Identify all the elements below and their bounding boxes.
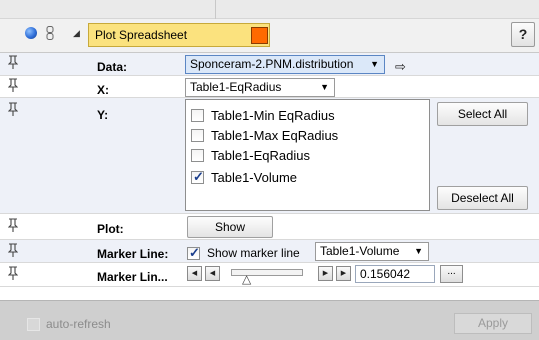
- list-item[interactable]: Table1-Volume: [191, 167, 297, 187]
- auto-refresh-label: auto-refresh: [46, 317, 111, 331]
- auto-refresh-checkbox[interactable]: [27, 318, 40, 331]
- chevron-down-icon: ▼: [414, 246, 423, 256]
- slider-thumb[interactable]: △: [242, 272, 251, 286]
- last-step-button[interactable]: ▶: [336, 266, 351, 281]
- step-forward-button[interactable]: ▶: [318, 266, 333, 281]
- list-item[interactable]: Table1-EqRadius: [191, 145, 310, 165]
- step-back-button[interactable]: ◀: [205, 266, 220, 281]
- collapse-triangle-icon[interactable]: ◢: [73, 28, 80, 39]
- top-strip: [0, 0, 539, 19]
- help-button[interactable]: ?: [511, 22, 535, 47]
- pin-icon[interactable]: [8, 243, 18, 257]
- pin-icon[interactable]: [8, 78, 18, 92]
- marker-column-value: Table1-Volume: [320, 244, 400, 258]
- y-column-list[interactable]: Table1-Min EqRadius Table1-Max EqRadius …: [185, 99, 430, 211]
- select-all-button[interactable]: Select All: [437, 102, 528, 126]
- column-divider: [215, 0, 216, 19]
- list-item[interactable]: Table1-Max EqRadius: [191, 125, 338, 145]
- data-select[interactable]: Sponceram-2.PNM.distribution ▼: [185, 55, 385, 74]
- marker-position-label: Marker Lin...: [97, 270, 168, 284]
- more-options-button[interactable]: ...: [440, 265, 463, 283]
- checkbox[interactable]: [191, 108, 204, 122]
- checkbox[interactable]: [191, 148, 204, 162]
- checkbox-checked[interactable]: [191, 169, 204, 185]
- marker-column-select[interactable]: Table1-Volume ▼: [315, 242, 429, 261]
- module-color-swatch[interactable]: [251, 27, 268, 44]
- apply-button[interactable]: Apply: [454, 313, 532, 334]
- navigate-arrow-icon[interactable]: ⇨: [395, 59, 406, 75]
- x-select[interactable]: Table1-EqRadius ▼: [185, 78, 335, 97]
- chevron-down-icon: ▼: [370, 59, 379, 69]
- data-select-value: Sponceram-2.PNM.distribution: [190, 57, 354, 71]
- first-step-button[interactable]: ◀: [187, 266, 202, 281]
- list-item-label: Table1-Volume: [211, 169, 297, 185]
- pin-icon[interactable]: [8, 266, 18, 280]
- list-item-label: Table1-EqRadius: [211, 147, 311, 163]
- show-plot-button[interactable]: Show: [187, 216, 273, 238]
- marker-line-label: Marker Line:: [97, 247, 169, 261]
- module-title[interactable]: Plot Spreadsheet: [88, 23, 270, 47]
- chevron-down-icon: ▼: [320, 82, 329, 92]
- x-label: X:: [97, 83, 109, 97]
- plot-label: Plot:: [97, 222, 124, 236]
- show-marker-line-toggle[interactable]: Show marker line: [187, 245, 300, 261]
- x-select-value: Table1-EqRadius: [190, 80, 282, 94]
- pin-icon[interactable]: [8, 102, 18, 116]
- list-item[interactable]: Table1-Min EqRadius: [191, 105, 335, 125]
- data-label: Data:: [97, 60, 128, 74]
- pin-icon[interactable]: [8, 55, 18, 69]
- y-label: Y:: [97, 108, 109, 122]
- connection-chain-icon[interactable]: [46, 26, 54, 40]
- checkbox[interactable]: [191, 128, 204, 142]
- pin-icon[interactable]: [8, 218, 18, 232]
- show-marker-line-label: Show marker line: [207, 246, 300, 260]
- checkbox-checked[interactable]: [187, 245, 200, 261]
- list-item-label: Table1-Min EqRadius: [211, 107, 335, 123]
- viewer-toggle-icon[interactable]: [25, 27, 37, 39]
- list-item-label: Table1-Max EqRadius: [211, 127, 339, 143]
- deselect-all-button[interactable]: Deselect All: [437, 186, 528, 210]
- marker-value-input[interactable]: 0.156042: [355, 265, 435, 283]
